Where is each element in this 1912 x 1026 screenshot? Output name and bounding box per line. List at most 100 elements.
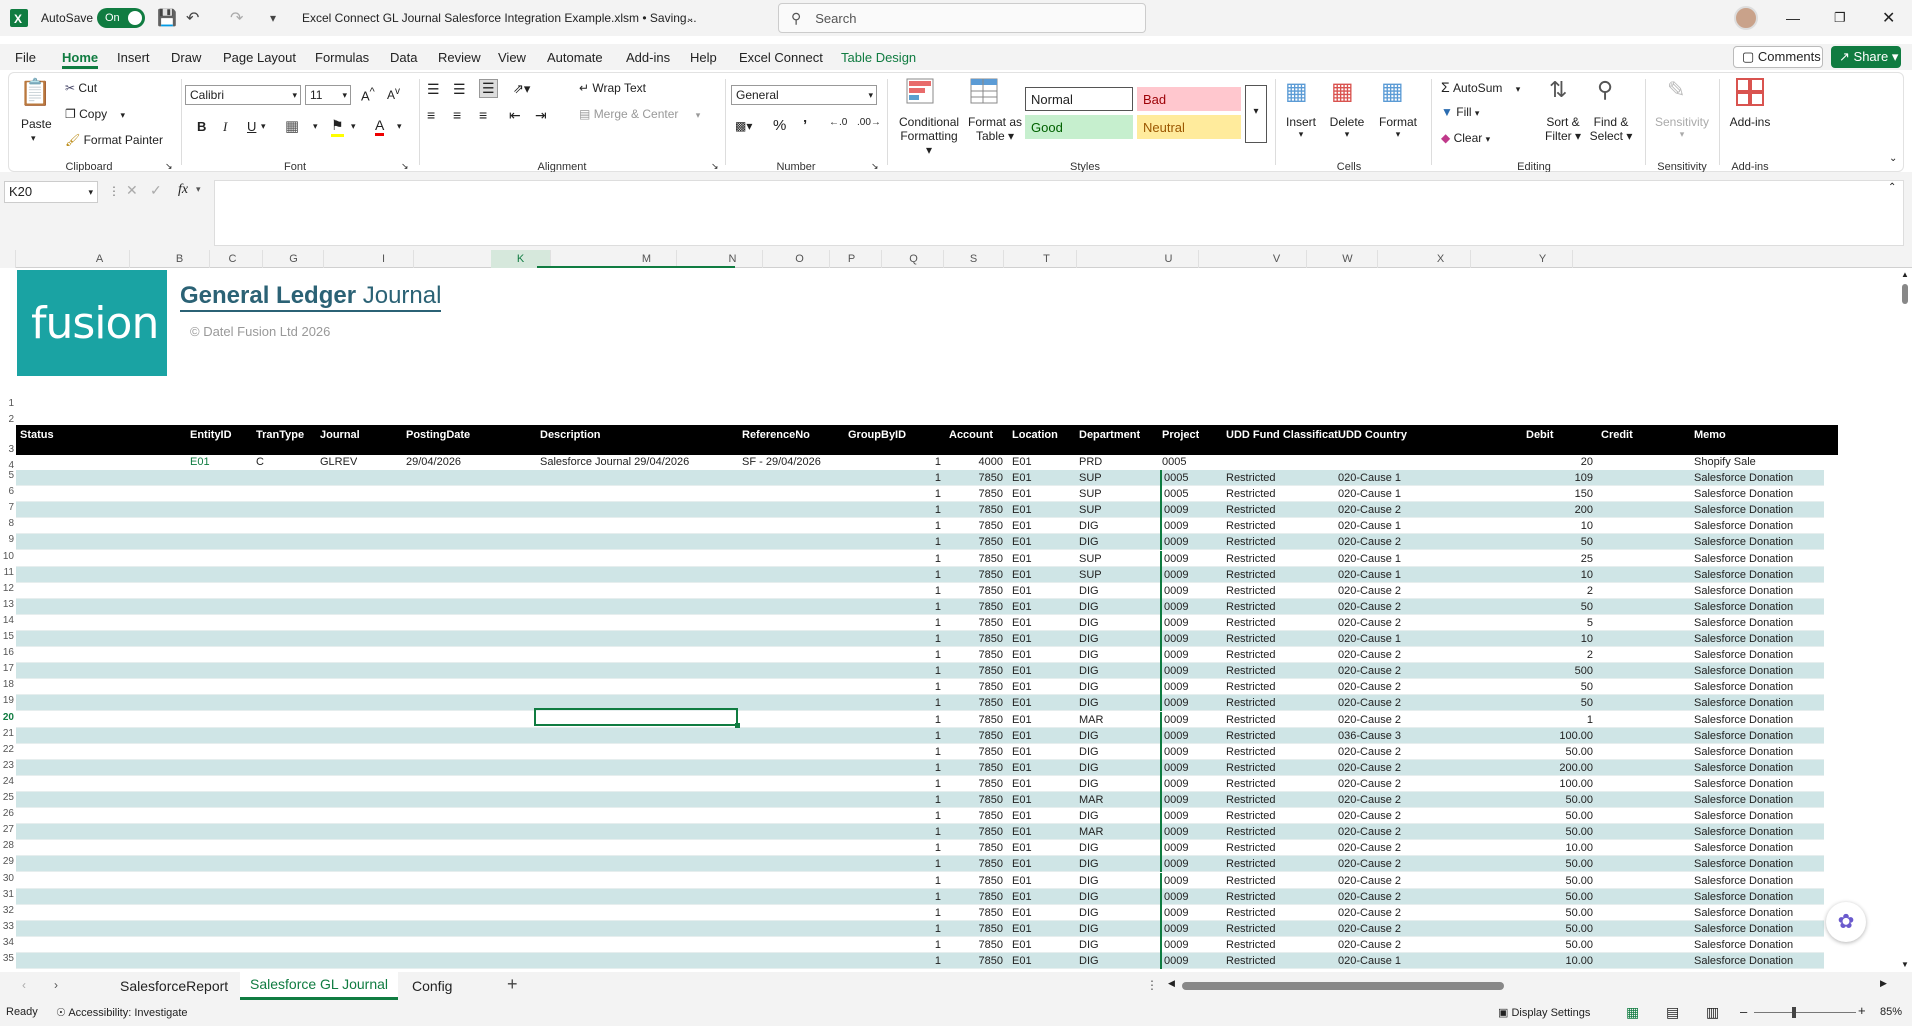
cell-location[interactable]: E01 — [1010, 679, 1032, 695]
cell-debit[interactable]: 50.00 — [1520, 873, 1596, 889]
cell-account[interactable]: 7850 — [946, 905, 1006, 921]
align-left-icon[interactable]: ≡ — [427, 107, 435, 123]
cell-fund[interactable]: Restricted — [1224, 486, 1276, 502]
cell-memo[interactable]: Salesforce Donation — [1692, 873, 1793, 889]
sheet-tab-salesforce-gl-journal[interactable]: Salesforce GL Journal — [240, 972, 398, 1000]
row4-trantype[interactable]: C — [254, 454, 264, 470]
cell-group[interactable]: 1 — [850, 567, 944, 583]
cell-department[interactable]: DIG — [1077, 905, 1099, 921]
cell-memo[interactable]: Salesforce Donation — [1692, 905, 1793, 921]
increase-decimal-icon[interactable]: ←.0 — [829, 117, 847, 128]
cell-debit[interactable]: 50.00 — [1520, 905, 1596, 921]
cell-debit[interactable]: 10 — [1520, 518, 1596, 534]
tab-excel-connect[interactable]: Excel Connect — [739, 50, 823, 65]
cell-department[interactable]: MAR — [1077, 712, 1103, 728]
cell-project[interactable]: 0009 — [1160, 566, 1188, 583]
column-header-t[interactable]: T — [1017, 250, 1077, 268]
column-header-w[interactable]: W — [1318, 250, 1378, 268]
increase-indent-icon[interactable]: ⇥ — [535, 107, 547, 124]
cell-project[interactable]: 0009 — [1160, 663, 1188, 680]
share-button[interactable]: ↗ Share ▾ — [1831, 46, 1901, 68]
column-header-u[interactable]: U — [1139, 250, 1199, 268]
cell-location[interactable]: E01 — [1010, 873, 1032, 889]
cell-country[interactable]: 020-Cause 2 — [1336, 695, 1401, 711]
cell-group[interactable]: 1 — [850, 647, 944, 663]
cell-department[interactable]: MAR — [1077, 792, 1103, 808]
tab-insert[interactable]: Insert — [117, 50, 150, 65]
cell-account[interactable]: 7850 — [946, 551, 1006, 567]
cell-country[interactable]: 020-Cause 2 — [1336, 599, 1401, 615]
cell-account[interactable]: 7850 — [946, 921, 1006, 937]
cell-memo[interactable]: Salesforce Donation — [1692, 679, 1793, 695]
cell-country[interactable]: 020-Cause 2 — [1336, 856, 1401, 872]
cell-project[interactable]: 0009 — [1160, 502, 1188, 519]
cell-department[interactable]: DIG — [1077, 534, 1099, 550]
cell-project[interactable]: 0009 — [1160, 759, 1188, 776]
cell-department[interactable]: DIG — [1077, 808, 1099, 824]
cell-memo[interactable]: Salesforce Donation — [1692, 744, 1793, 760]
cell-memo[interactable]: Salesforce Donation — [1692, 583, 1793, 599]
cell-fund[interactable]: Restricted — [1224, 534, 1276, 550]
cell-group[interactable]: 1 — [850, 470, 944, 486]
cell-department[interactable]: DIG — [1077, 615, 1099, 631]
decrease-decimal-icon[interactable]: .00→ — [857, 117, 881, 128]
cell-group[interactable]: 1 — [850, 873, 944, 889]
cell-debit[interactable]: 200.00 — [1520, 760, 1596, 776]
add-sheet-icon[interactable]: + — [507, 974, 518, 995]
table-header-6[interactable]: ReferenceNo — [740, 427, 810, 443]
cell-fund[interactable]: Restricted — [1224, 776, 1276, 792]
cell-account[interactable]: 7850 — [946, 599, 1006, 615]
table-header-7[interactable]: GroupByID — [846, 427, 906, 443]
cell-debit[interactable]: 2 — [1520, 647, 1596, 663]
cell-project[interactable]: 0009 — [1160, 647, 1188, 664]
cell-department[interactable]: SUP — [1077, 470, 1102, 486]
cell-project[interactable]: 0009 — [1160, 614, 1188, 631]
horizontal-scroll-thumb[interactable] — [1182, 982, 1504, 990]
cell-account[interactable]: 7850 — [946, 873, 1006, 889]
cell-account[interactable]: 7850 — [946, 695, 1006, 711]
tab-draw[interactable]: Draw — [171, 50, 201, 65]
cell-memo[interactable]: Salesforce Donation — [1692, 808, 1793, 824]
cell-fund[interactable]: Restricted — [1224, 808, 1276, 824]
cell-location[interactable]: E01 — [1010, 599, 1032, 615]
cell-location[interactable]: E01 — [1010, 728, 1032, 744]
vertical-scroll-thumb[interactable] — [1902, 284, 1908, 304]
cell-group[interactable]: 1 — [850, 840, 944, 856]
cell-account[interactable]: 7850 — [946, 808, 1006, 824]
cell-debit[interactable]: 1 — [1520, 712, 1596, 728]
cell-country[interactable]: 020-Cause 2 — [1336, 776, 1401, 792]
decrease-font-icon[interactable]: Av — [387, 86, 400, 102]
cell-memo[interactable]: Salesforce Donation — [1692, 921, 1793, 937]
cell-debit[interactable]: 200 — [1520, 502, 1596, 518]
styles-more-icon[interactable]: ▾ — [1245, 85, 1267, 143]
customize-toolbar-icon[interactable]: ▾ — [270, 0, 276, 36]
font-name-select[interactable]: Calibri ▾ — [185, 85, 301, 105]
cell-project[interactable]: 0009 — [1160, 808, 1188, 825]
enter-icon[interactable]: ✓ — [150, 182, 162, 199]
cell-debit[interactable]: 50 — [1520, 695, 1596, 711]
cell-memo[interactable]: Salesforce Donation — [1692, 776, 1793, 792]
row4-desc[interactable]: Salesforce Journal 29/04/2026 — [538, 454, 689, 470]
cell-country[interactable]: 020-Cause 2 — [1336, 840, 1401, 856]
next-sheet-icon[interactable]: › — [54, 978, 58, 992]
row4-account[interactable]: 4000 — [946, 454, 1006, 470]
tab-page-layout[interactable]: Page Layout — [223, 50, 296, 65]
cell-group[interactable]: 1 — [850, 551, 944, 567]
cell-account[interactable]: 7850 — [946, 776, 1006, 792]
fill-button[interactable]: ▼ Fill ▾ — [1441, 105, 1479, 119]
insert-cells-icon[interactable]: ▦ — [1285, 77, 1308, 106]
cell-memo[interactable]: Salesforce Donation — [1692, 567, 1793, 583]
cell-project[interactable]: 0009 — [1160, 695, 1188, 712]
active-cell[interactable] — [534, 708, 738, 726]
formula-input[interactable] — [214, 180, 1904, 246]
cell-department[interactable]: DIG — [1077, 921, 1099, 937]
cell-fund[interactable]: Restricted — [1224, 712, 1276, 728]
row4-memo[interactable]: Shopify Sale — [1692, 454, 1756, 470]
cell-memo[interactable]: Salesforce Donation — [1692, 663, 1793, 679]
scroll-up-icon[interactable]: ▲ — [1901, 270, 1909, 279]
cell-project[interactable]: 0009 — [1160, 888, 1188, 905]
cell-account[interactable]: 7850 — [946, 824, 1006, 840]
cell-location[interactable]: E01 — [1010, 567, 1032, 583]
cell-fund[interactable]: Restricted — [1224, 599, 1276, 615]
cell-debit[interactable]: 500 — [1520, 663, 1596, 679]
